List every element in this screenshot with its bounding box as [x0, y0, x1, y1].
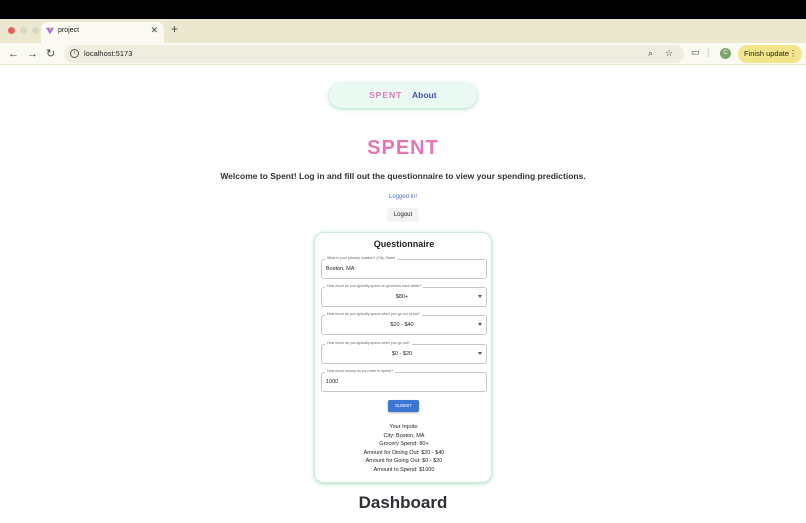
- going-out-value[interactable]: $0 - $20: [322, 351, 482, 357]
- going-out-label: How much do you typically spend when you…: [325, 341, 412, 345]
- side-panel-icon[interactable]: ▭: [691, 47, 700, 58]
- budget-value[interactable]: 1000: [326, 379, 338, 385]
- chevron-down-icon[interactable]: [478, 352, 482, 355]
- new-tab-icon[interactable]: +: [171, 22, 178, 36]
- url-text[interactable]: localhost:5173: [84, 49, 132, 58]
- zoom-icon[interactable]: ⌕: [648, 48, 653, 59]
- summary-grocery: Grocery Spend: 80+: [379, 441, 429, 447]
- vite-favicon-icon: [46, 27, 54, 35]
- welcome-message: Welcome to Spent! Log in and fill out th…: [220, 171, 586, 181]
- address-bar[interactable]: i localhost:5173 ⌕ ☆: [64, 45, 684, 63]
- summary-to-spend: Amount to Spend: $1000: [373, 466, 435, 473]
- groceries-select[interactable]: How much do you typically spend on groce…: [321, 284, 487, 307]
- profile-avatar[interactable]: C: [720, 48, 731, 59]
- location-value[interactable]: Boston, MA: [326, 266, 354, 272]
- screen-top-bar: [0, 0, 806, 19]
- questionnaire-card: Questionnaire What is your primary locat…: [314, 232, 492, 483]
- toolbar-divider: |: [707, 47, 710, 57]
- tab-close-icon[interactable]: ✕: [150, 25, 158, 36]
- chevron-down-icon[interactable]: [478, 323, 482, 326]
- dining-label: How much do you typically spend when you…: [325, 312, 422, 316]
- forward-arrow-icon[interactable]: →: [27, 47, 38, 61]
- groceries-label: How much do you typically spend on groce…: [325, 284, 424, 288]
- chevron-down-icon[interactable]: [478, 295, 482, 298]
- site-info-icon[interactable]: i: [70, 49, 79, 58]
- back-arrow-icon[interactable]: ←: [8, 47, 19, 61]
- logout-button[interactable]: Logout: [387, 208, 419, 222]
- summary-dining: Amount for Dining Out: $20 - $40: [363, 449, 445, 456]
- more-menu-icon[interactable]: ⋮: [789, 45, 797, 63]
- going-out-select[interactable]: How much do you typically spend when you…: [321, 341, 487, 364]
- page-title: SPENT: [367, 137, 439, 159]
- reload-icon[interactable]: ↻: [46, 47, 55, 61]
- location-field[interactable]: What is your primary location? (City, St…: [321, 256, 487, 279]
- budget-label: How much money do you have to spend?: [325, 369, 396, 373]
- dining-select[interactable]: How much do you typically spend when you…: [321, 312, 487, 335]
- budget-field[interactable]: How much money do you have to spend? 100…: [321, 369, 487, 392]
- browser-toolbar: ← → ↻ i localhost:5173 ⌕ ☆ ▭ | C Finish …: [0, 43, 806, 65]
- dashboard-heading: Dashboard: [358, 493, 448, 512]
- browser-tab[interactable]: project ✕: [41, 22, 164, 43]
- groceries-value[interactable]: $80+: [322, 294, 482, 300]
- finish-update-button[interactable]: Finish update ⋮: [738, 45, 802, 63]
- summary-heading: Your Inputs:: [389, 424, 419, 430]
- location-label: What is your primary location? (City, St…: [325, 256, 398, 260]
- submit-button[interactable]: SUBMIT: [388, 400, 419, 412]
- questionnaire-title: Questionnaire: [373, 239, 435, 249]
- inputs-summary: Your Inputs: City: Boston, MA Grocery Sp…: [315, 423, 493, 474]
- bookmark-star-icon[interactable]: ☆: [665, 48, 673, 59]
- browser-tab-bar: project ✕ +: [0, 19, 806, 43]
- maximize-window-dot[interactable]: [32, 27, 39, 34]
- top-nav: SPENT About: [329, 83, 477, 108]
- tab-title: project: [58, 27, 80, 34]
- dining-value[interactable]: $20 - $40: [322, 322, 482, 328]
- nav-brand-link[interactable]: SPENT: [369, 90, 402, 100]
- nav-about-link[interactable]: About: [412, 90, 437, 100]
- close-window-dot[interactable]: [8, 27, 15, 34]
- web-page: SPENT About SPENT Welcome to Spent! Log …: [0, 65, 806, 523]
- minimize-window-dot[interactable]: [20, 27, 27, 34]
- login-status: Logged in!: [388, 194, 418, 200]
- summary-city: City: Boston, MA: [383, 432, 425, 439]
- finish-update-label: Finish update: [744, 49, 790, 58]
- summary-going-out: Amount for Going Out: $0 - $20: [365, 458, 443, 464]
